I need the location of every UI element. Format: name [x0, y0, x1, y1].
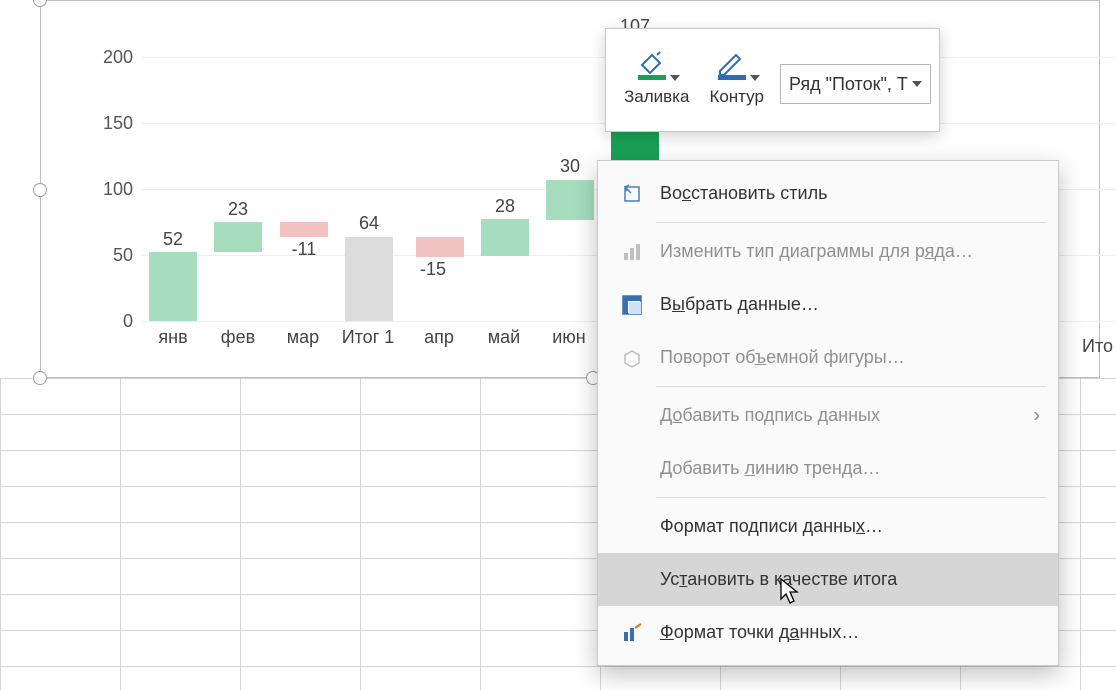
data-label: 23 — [208, 199, 268, 220]
rotate-3d-icon — [612, 347, 652, 369]
menu-restore-style[interactable]: Восстановить стиль — [598, 167, 1058, 220]
waterfall-bar[interactable] — [280, 222, 328, 237]
x-tick-label: апр — [407, 327, 471, 348]
menu-label: Добавить линию тренда… — [652, 458, 1044, 479]
menu-label: Выбрать данные… — [652, 294, 1044, 315]
resize-handle-top-left[interactable] — [33, 0, 47, 7]
waterfall-bar[interactable] — [149, 252, 197, 321]
menu-set-as-total[interactable]: Установить в качестве итога — [598, 553, 1058, 606]
data-label: -15 — [403, 259, 463, 280]
reset-style-icon — [612, 183, 652, 205]
menu-separator — [656, 497, 1046, 498]
menu-label: Восстановить стиль — [652, 183, 1044, 204]
waterfall-bar[interactable] — [214, 222, 262, 252]
data-label: 28 — [475, 196, 535, 217]
data-label: 30 — [540, 156, 600, 177]
menu-label: Формат подписи данных… — [652, 516, 1044, 537]
y-tick-label: 50 — [73, 245, 133, 266]
menu-add-trendline: Добавить линию тренда… — [598, 442, 1058, 495]
y-tick-label: 100 — [73, 179, 133, 200]
dropdown-caret-icon — [670, 75, 680, 81]
menu-format-data-label[interactable]: Формат подписи данных… — [598, 500, 1058, 553]
paint-bucket-icon — [634, 47, 668, 81]
menu-separator — [656, 386, 1046, 387]
x-tick-label: Итог 1 — [336, 327, 400, 348]
menu-label: Формат точки данных… — [652, 622, 1044, 643]
menu-label: Поворот объемной фигуры… — [652, 347, 1044, 368]
x-tick-label-truncated: Ито — [1082, 336, 1113, 357]
submenu-arrow-icon: › — [1033, 404, 1040, 427]
pen-outline-icon — [714, 47, 748, 81]
dropdown-caret-icon — [912, 81, 922, 87]
chart-context-menu: Восстановить стиль Изменить тип диаграмм… — [597, 160, 1059, 666]
waterfall-bar[interactable] — [416, 237, 464, 257]
menu-separator — [656, 222, 1046, 223]
menu-format-data-point[interactable]: Формат точки данных… — [598, 606, 1058, 659]
x-tick-label: май — [472, 327, 536, 348]
data-label: 64 — [339, 213, 399, 234]
waterfall-bar-total[interactable] — [345, 237, 393, 321]
data-label: 52 — [143, 229, 203, 250]
resize-handle-bottom-left[interactable] — [33, 371, 47, 385]
menu-label: Изменить тип диаграммы для ряда… — [652, 241, 1044, 262]
select-data-icon — [612, 294, 652, 316]
menu-add-data-label: Добавить подпись данных › — [598, 389, 1058, 442]
outline-dropdown[interactable]: Контур — [699, 35, 774, 127]
waterfall-bar[interactable] — [481, 219, 529, 256]
outline-label: Контур — [709, 87, 764, 107]
menu-change-chart-type: Изменить тип диаграммы для ряда… — [598, 225, 1058, 278]
fill-label: Заливка — [624, 87, 689, 107]
menu-rotate-3d: Поворот объемной фигуры… — [598, 331, 1058, 384]
y-tick-label: 0 — [73, 311, 133, 332]
format-point-icon — [612, 622, 652, 644]
x-tick-label: янв — [141, 327, 205, 348]
x-tick-label: фев — [206, 327, 270, 348]
series-selector-dropdown[interactable]: Ряд "Поток", Т — [780, 64, 931, 104]
data-label: -11 — [274, 239, 334, 260]
y-tick-label: 150 — [73, 113, 133, 134]
resize-handle-middle-left[interactable] — [33, 183, 47, 197]
menu-select-data[interactable]: Выбрать данные… — [598, 278, 1058, 331]
menu-label: Добавить подпись данных — [652, 405, 1044, 426]
x-tick-label: мар — [271, 327, 335, 348]
x-tick-label: июн — [537, 327, 601, 348]
menu-label: Установить в качестве итога — [652, 569, 1044, 590]
series-selector-text: Ряд "Поток", Т — [789, 74, 908, 95]
waterfall-bar[interactable] — [546, 180, 594, 220]
chart-mini-toolbar: Заливка Контур Ряд "Поток", Т — [605, 28, 940, 132]
fill-dropdown[interactable]: Заливка — [614, 35, 699, 127]
y-tick-label: 200 — [73, 47, 133, 68]
dropdown-caret-icon — [750, 75, 760, 81]
chart-type-icon — [612, 241, 652, 263]
